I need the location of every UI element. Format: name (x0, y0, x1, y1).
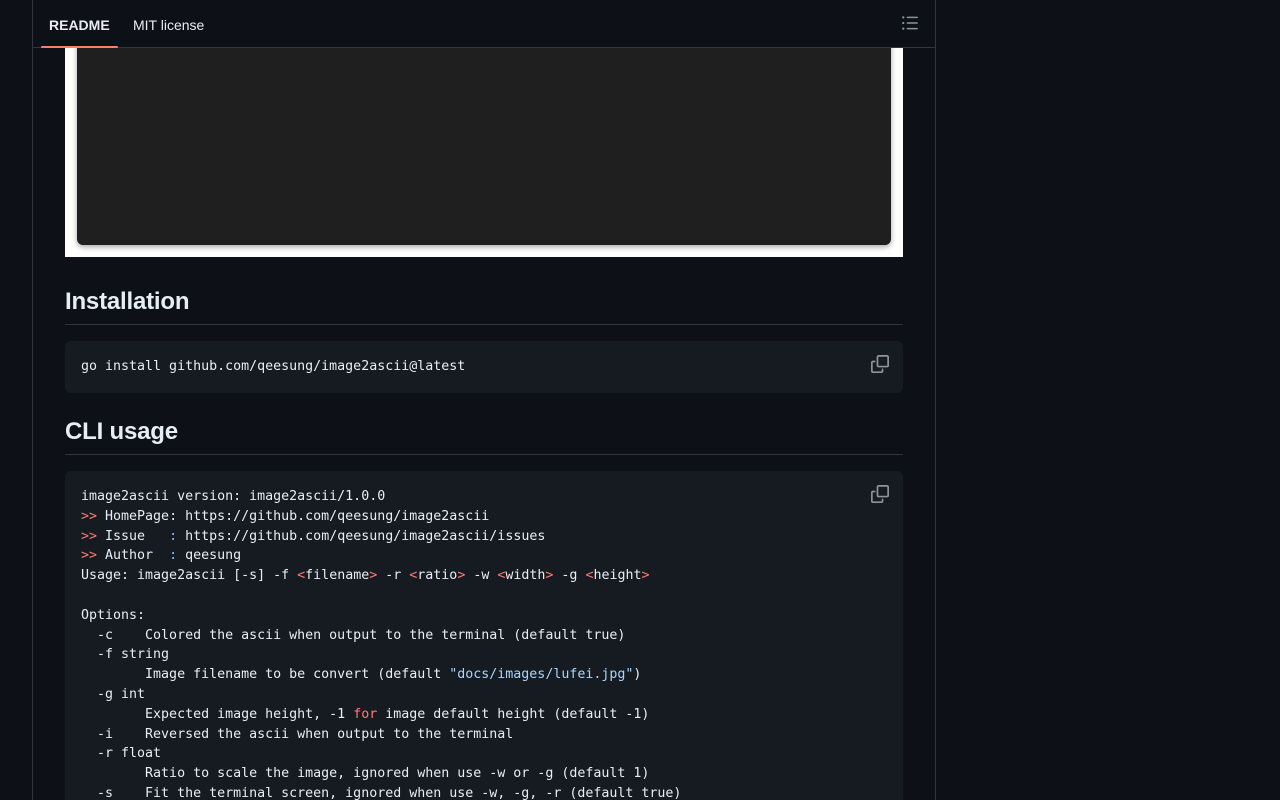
colon-token: : (169, 528, 178, 544)
code-line: >> Issue : https://github.com/qeesung/im… (81, 529, 545, 544)
code-text: Expected image height, -1 (81, 706, 354, 722)
code-line: Options: (81, 607, 146, 623)
code-text: Image filename to be convert (default (81, 667, 450, 683)
code-line: image2ascii version: image2ascii/1.0.0 (81, 489, 386, 504)
angle-token: > (641, 568, 650, 584)
readme-panel: README MIT license Installation go insta… (32, 0, 936, 800)
tab-readme[interactable]: README (41, 0, 118, 48)
string-token: "docs/images/lufei.jpg" (449, 667, 634, 683)
installation-code: go install github.com/qeesung/image2asci… (81, 359, 466, 374)
colon-token: : (169, 548, 178, 564)
code-text: height (593, 568, 642, 584)
code-text: Issue (97, 528, 170, 544)
code-text: ratio (417, 568, 458, 584)
cli-usage-heading: CLI usage (65, 418, 903, 455)
code-line: -r float (81, 746, 162, 762)
copy-icon (871, 485, 889, 503)
tab-mit-license[interactable]: MIT license (125, 0, 212, 47)
code-line: Expected image height, -1 for image defa… (81, 707, 649, 722)
code-line: -g int (81, 686, 146, 702)
code-text: ) (633, 667, 642, 683)
copy-icon (871, 355, 889, 373)
keyword-token: for (353, 706, 378, 722)
prompt-token: >> (81, 548, 98, 564)
code-text: qeesung (177, 548, 242, 564)
code-text: filename (305, 568, 370, 584)
code-text: -w (465, 568, 498, 584)
code-line: >> Author : qeesung (81, 548, 241, 563)
installation-heading: Installation (65, 288, 903, 325)
prompt-token: >> (81, 508, 98, 524)
code-text: -r (377, 568, 410, 584)
code-line: -s Fit the terminal screen, ignored when… (81, 785, 682, 800)
code-text: https://github.com/qeesung/image2ascii/i… (177, 528, 546, 544)
cli-usage-code: image2ascii version: image2ascii/1.0.0 >… (81, 487, 887, 800)
code-text: Author (97, 548, 170, 564)
code-text: width (505, 568, 546, 584)
code-line: >> HomePage: https://github.com/qeesung/… (81, 509, 489, 524)
code-line: -f string (81, 647, 170, 663)
code-text: image default height (default -1) (377, 706, 650, 722)
readme-tab-bar: README MIT license (33, 0, 935, 48)
code-line: Image filename to be convert (default "d… (81, 667, 641, 682)
terminal-screenshot (77, 40, 891, 245)
code-line: -c Colored the ascii when output to the … (81, 627, 626, 643)
code-line: Usage: image2ascii [-s] -f <filename > -r… (81, 568, 650, 583)
installation-code-block: go install github.com/qeesung/image2asci… (65, 341, 903, 393)
code-line: Ratio to scale the image, ignored when u… (81, 766, 650, 782)
outline-button[interactable] (901, 14, 919, 32)
prompt-token: >> (81, 528, 98, 544)
code-text: Usage: image2ascii [-s] -f (81, 568, 298, 584)
copy-button[interactable] (871, 355, 889, 373)
demo-image (65, 40, 903, 257)
code-line: -i Reversed the ascii when output to the… (81, 726, 514, 742)
code-text: HomePage: https://github.com/qeesung/ima… (97, 508, 490, 524)
code-text: -g (553, 568, 586, 584)
copy-button[interactable] (871, 485, 889, 503)
cli-usage-code-block: image2ascii version: image2ascii/1.0.0 >… (65, 471, 903, 800)
angle-token: < (297, 568, 306, 584)
list-unordered-icon (902, 16, 918, 30)
